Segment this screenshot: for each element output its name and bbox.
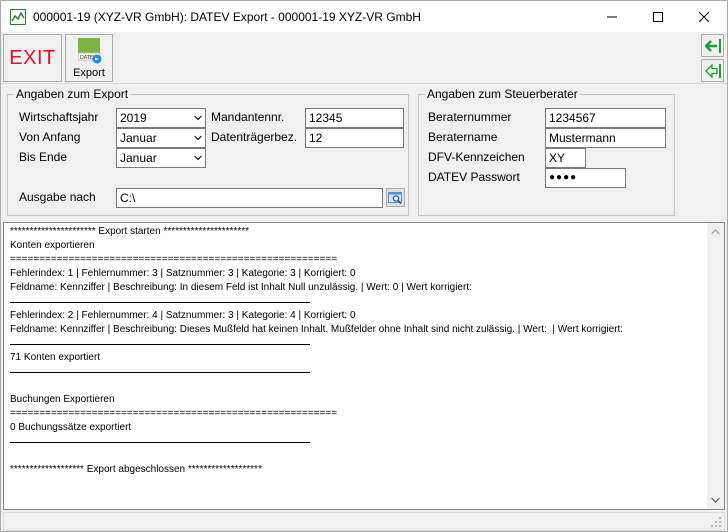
log-line: 71 Konten exportiert xyxy=(10,352,101,363)
log-line: ********************** Export starten **… xyxy=(10,226,250,237)
steuerberater-legend: Angaben zum Steuerberater xyxy=(427,87,578,101)
datev-passwort-label: DATEV Passwort xyxy=(428,170,520,184)
close-icon xyxy=(699,11,709,22)
status-bar xyxy=(3,512,725,531)
go-back-button[interactable] xyxy=(701,34,724,57)
app-window: 000001-19 (XYZ-VR GmbH): DATEV Export - … xyxy=(0,0,728,532)
minimize-button[interactable] xyxy=(589,1,635,32)
minimize-icon xyxy=(607,16,617,17)
log-separator xyxy=(10,337,705,351)
datev-export-icon: DATEV xyxy=(78,38,102,64)
datev-passwort-input[interactable]: ●●●● xyxy=(545,168,626,188)
ausgabe-path-value: C:\ xyxy=(120,191,136,205)
wirtschaftsjahr-select[interactable]: 2019 xyxy=(116,108,206,128)
beratername-label: Beratername xyxy=(428,130,498,144)
bis-ende-value: Januar xyxy=(120,151,157,165)
scroll-up-icon[interactable] xyxy=(711,229,720,235)
mandantennr-input[interactable]: 12345 xyxy=(305,108,404,128)
close-button[interactable] xyxy=(681,1,727,32)
export-button[interactable]: DATEV Export xyxy=(65,34,113,82)
title-bar: 000001-19 (XYZ-VR GmbH): DATEV Export - … xyxy=(1,1,727,32)
beraternummer-label: Beraternummer xyxy=(428,110,512,124)
beratername-input[interactable]: Mustermann xyxy=(545,128,666,148)
datentraeger-label: Datenträgerbez. xyxy=(211,130,298,144)
dfv-kennzeichen-value: XY xyxy=(549,151,566,165)
log-line: Feldname: Kennziffer | Beschreibung: In … xyxy=(10,282,472,293)
dfv-kennzeichen-input[interactable]: XY xyxy=(545,148,586,168)
log-separator xyxy=(10,295,705,309)
beratername-value: Mustermann xyxy=(549,131,616,145)
export-settings-legend: Angaben zum Export xyxy=(16,87,129,101)
browse-folder-button[interactable] xyxy=(386,188,405,207)
scroll-down-icon[interactable] xyxy=(711,497,720,503)
wirtschaftsjahr-label: Wirtschaftsjahr xyxy=(19,110,99,124)
export-label: Export xyxy=(73,67,105,79)
mandantennr-value: 12345 xyxy=(309,111,343,125)
bis-ende-label: Bis Ende xyxy=(19,150,68,164)
folder-search-icon xyxy=(388,192,402,205)
mandantennr-label: Mandantennr. xyxy=(211,110,285,124)
maximize-button[interactable] xyxy=(635,1,681,32)
log-line: ========================================… xyxy=(10,254,338,265)
dfv-kennzeichen-label: DFV-Kennzeichen xyxy=(428,150,525,164)
log-line: Feldname: Kennziffer | Beschreibung: Die… xyxy=(10,324,624,335)
log-line: Buchungen Exportieren xyxy=(10,394,115,405)
resize-grip-icon[interactable] xyxy=(710,516,722,528)
window-title: 000001-19 (XYZ-VR GmbH): DATEV Export - … xyxy=(33,10,421,24)
go-previous-button[interactable] xyxy=(701,59,724,82)
beraternummer-input[interactable]: 1234567 xyxy=(545,108,666,128)
datentraeger-input[interactable]: 12 xyxy=(305,128,404,148)
log-scrollbar[interactable] xyxy=(707,223,724,509)
log-line: Fehlerindex: 1 | Fehlernummer: 3 | Satzn… xyxy=(10,268,356,279)
ausgabe-label: Ausgabe nach xyxy=(19,190,96,204)
von-anfang-label: Von Anfang xyxy=(19,130,81,144)
von-anfang-value: Januar xyxy=(120,131,157,145)
toolbar: EXIT DATEV Export xyxy=(1,32,727,84)
log-line: Konten exportieren xyxy=(10,240,95,251)
ausgabe-path-input[interactable]: C:\ xyxy=(116,188,383,208)
log-line: 0 Buchungssätze exportiert xyxy=(10,422,132,433)
log-line: ========================================… xyxy=(10,408,338,419)
log-line: Fehlerindex: 2 | Fehlernummer: 4 | Satzn… xyxy=(10,310,356,321)
beraternummer-value: 1234567 xyxy=(549,111,596,125)
chevron-down-icon xyxy=(194,155,202,161)
datentraeger-value: 12 xyxy=(309,131,323,145)
log-separator xyxy=(10,435,705,449)
wirtschaftsjahr-value: 2019 xyxy=(120,111,147,125)
exit-button[interactable]: EXIT xyxy=(3,34,62,82)
von-anfang-select[interactable]: Januar xyxy=(116,128,206,148)
log-separator xyxy=(10,365,705,379)
exit-label: EXIT xyxy=(9,46,56,69)
chevron-down-icon xyxy=(194,135,202,141)
maximize-icon xyxy=(653,11,663,22)
export-log-content: ********************** Export starten **… xyxy=(10,225,705,477)
bis-ende-select[interactable]: Januar xyxy=(116,148,206,168)
log-line: ******************* Export abgeschlossen… xyxy=(10,464,262,475)
export-log[interactable]: ********************** Export starten **… xyxy=(3,222,725,510)
datev-passwort-value: ●●●● xyxy=(549,172,578,183)
app-icon xyxy=(10,9,26,25)
arrow-left-icon xyxy=(704,38,721,53)
arrow-left-outline-icon xyxy=(704,63,721,78)
chevron-down-icon xyxy=(194,115,202,121)
